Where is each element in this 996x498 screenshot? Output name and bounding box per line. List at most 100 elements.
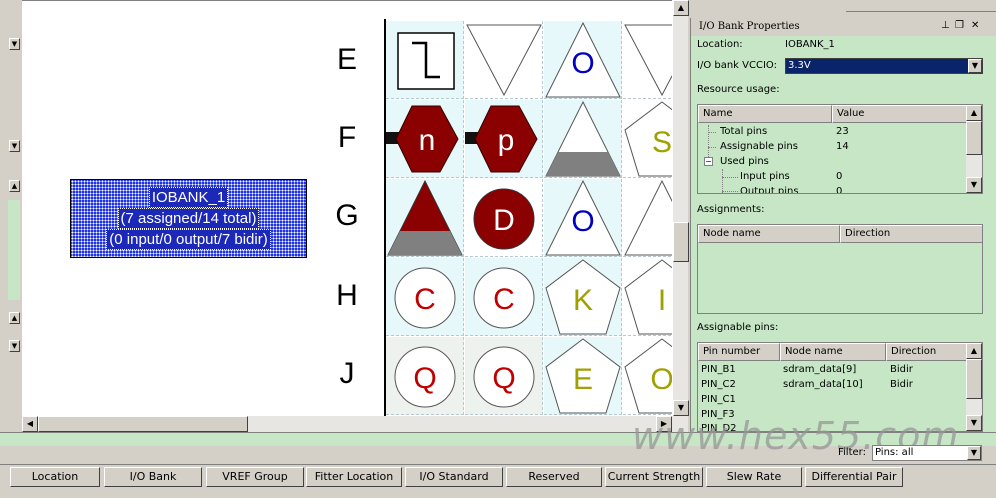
resource-name: Total pins (720, 126, 768, 137)
vccio-value: 3.3V (788, 60, 811, 71)
resource-name: Input pins (740, 171, 790, 182)
scroll-up-icon[interactable]: ▲ (673, 0, 689, 16)
column-header-direction[interactable]: Direction (886, 343, 968, 361)
io-bank-box[interactable]: IOBANK_1 (7 assigned/14 total) (0 input/… (70, 179, 307, 258)
assignable-pins-label: Assignable pins: (697, 322, 779, 333)
panel-title: I/O Bank Properties (699, 21, 800, 32)
pin-g3[interactable]: O (544, 179, 622, 257)
canvas-vertical-scrollbar[interactable]: ▲ ▼ (672, 0, 689, 416)
pin-f3[interactable] (544, 100, 622, 178)
toolbar-strip (846, 0, 996, 12)
pin-icon[interactable]: ⊥ (941, 20, 950, 31)
pin-g2[interactable]: D (465, 179, 543, 257)
scrollbar-thumb[interactable] (673, 222, 689, 262)
column-header-node-name[interactable]: Node name (780, 343, 886, 361)
pin-g1[interactable] (386, 179, 464, 257)
scroll-up-icon[interactable]: ▲ (9, 312, 20, 324)
chevron-down-icon[interactable]: ▼ (968, 59, 982, 73)
scroll-up-icon[interactable]: ▲ (9, 180, 20, 192)
column-header-node-name[interactable]: Node name (698, 225, 840, 243)
svg-text:D: D (493, 204, 515, 237)
pin-grid: O n p S D O C C K I Q Q E O (386, 21, 672, 416)
collapse-icon[interactable]: − (704, 157, 713, 166)
scrollbar-thumb[interactable] (966, 359, 982, 399)
package-view-canvas[interactable]: IOBANK_1 (7 assigned/14 total) (0 input/… (22, 0, 672, 416)
left-dock-strip: ▼ ▼ ▲ ▲ ▼ (0, 0, 22, 440)
filter-select[interactable]: Pins: all ▼ (872, 445, 982, 461)
filter-label: Filter: (838, 447, 866, 458)
table-header: Name Value (698, 105, 968, 123)
svg-text:Q: Q (413, 362, 436, 395)
column-header-slew-rate[interactable]: Slew Rate (706, 467, 802, 487)
pin-g4[interactable] (623, 179, 672, 257)
tree-connector (708, 147, 716, 148)
scroll-up-icon[interactable]: ▲ (966, 105, 982, 121)
pin-h3[interactable]: K (544, 258, 622, 336)
canvas-horizontal-scrollbar[interactable]: ◀ ▶ (22, 416, 688, 432)
pin-f2[interactable]: p (465, 100, 543, 178)
pin-h4[interactable]: I (623, 258, 672, 336)
pin-planner-window: ▼ ▼ ▲ ▲ ▼ IOBANK_1 (7 assigned/14 total)… (0, 0, 996, 498)
column-header-pin-number[interactable]: Pin number (698, 343, 780, 361)
pin-e3[interactable]: O (544, 21, 622, 99)
column-header-value[interactable]: Value (832, 105, 968, 123)
column-header-current-strength[interactable]: Current Strength (605, 467, 703, 487)
column-header-direction[interactable]: Direction (840, 225, 982, 243)
row-label-j: J (339, 357, 355, 390)
column-header-location[interactable]: Location (10, 467, 100, 487)
scroll-up-icon[interactable]: ▲ (966, 343, 982, 359)
svg-text:p: p (498, 124, 515, 157)
vccio-select[interactable]: 3.3V ▼ (785, 58, 983, 74)
direction: Bidir (890, 379, 913, 390)
pin-j1[interactable]: Q (386, 337, 464, 415)
assignments-label: Assignments: (697, 204, 765, 215)
scroll-down-icon[interactable]: ▼ (9, 340, 20, 352)
column-header-vref-group[interactable]: VREF Group (206, 467, 304, 487)
scroll-left-icon[interactable]: ◀ (22, 416, 38, 432)
direction: Bidir (890, 364, 913, 375)
assignments-table: Node name Direction (697, 224, 983, 314)
column-header-fitter-location[interactable]: Fitter Location (306, 467, 402, 487)
column-header-name[interactable]: Name (698, 105, 832, 123)
scroll-down-icon[interactable]: ▼ (966, 177, 982, 193)
bank-name: IOBANK_1 (148, 187, 229, 208)
resource-usage-table: Name Value − Total pins 23 Assignable pi… (697, 104, 983, 194)
pin-j2[interactable]: Q (465, 337, 543, 415)
chevron-down-icon[interactable]: ▼ (967, 446, 981, 460)
svg-text:C: C (493, 283, 515, 316)
pin-f1[interactable]: n (386, 100, 464, 178)
pin-j3[interactable]: E (544, 337, 622, 415)
resource-value: 0 (836, 186, 843, 194)
pin-e2[interactable] (465, 21, 543, 99)
scroll-down-icon[interactable]: ▼ (966, 415, 982, 431)
column-header-reserved[interactable]: Reserved (506, 467, 602, 487)
pin-h1[interactable]: C (386, 258, 464, 336)
filter-value: Pins: all (875, 447, 914, 458)
svg-text:E: E (573, 363, 593, 396)
resource-name: Output pins (740, 186, 799, 194)
assignable-table-scrollbar[interactable]: ▲ ▼ (966, 343, 982, 431)
column-header-differential-pair[interactable]: Differential Pair (805, 467, 903, 487)
scrollbar-thumb[interactable] (966, 121, 982, 155)
pin-j4[interactable]: O (623, 337, 672, 415)
panel-titlebar: I/O Bank Properties ⊥ ❐ ✕ (691, 18, 996, 36)
pin-h2[interactable]: C (465, 258, 543, 336)
close-icon[interactable]: ✕ (971, 20, 979, 31)
scroll-down-icon[interactable]: ▼ (9, 38, 20, 50)
pin-table-header-bar: Location I/O Bank VREF Group Fitter Loca… (0, 464, 996, 488)
scrollbar-thumb[interactable] (38, 416, 248, 432)
pin-e1[interactable] (386, 21, 464, 99)
tree-connector (722, 177, 738, 178)
restore-icon[interactable]: ❐ (955, 20, 964, 31)
io-bank-properties-panel: I/O Bank Properties ⊥ ❐ ✕ Location: IOBA… (690, 18, 996, 432)
column-header-io-standard[interactable]: I/O Standard (405, 467, 503, 487)
scroll-down-icon[interactable]: ▼ (9, 140, 20, 152)
column-header-io-bank[interactable]: I/O Bank (104, 467, 202, 487)
resource-table-scrollbar[interactable]: ▲ ▼ (966, 105, 982, 193)
svg-text:I: I (658, 284, 666, 317)
location-label: Location: (697, 39, 743, 50)
pin-e4[interactable] (623, 21, 672, 99)
pin-f4[interactable]: S (623, 100, 672, 178)
tree-connector (722, 191, 738, 192)
resource-value: 23 (836, 126, 849, 137)
